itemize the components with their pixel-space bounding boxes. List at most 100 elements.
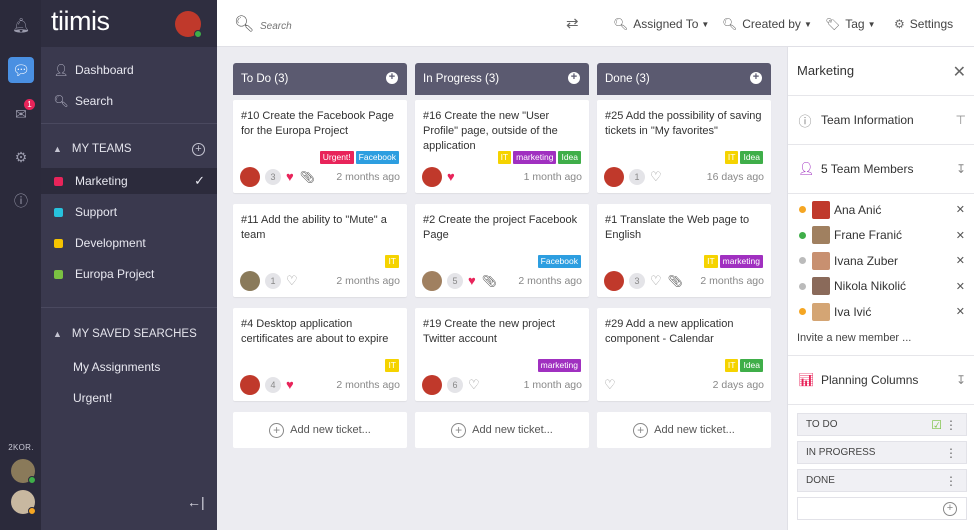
planning-columns-row[interactable]: 📊︎ Planning Columns ↧ [788, 355, 974, 404]
nav-search[interactable]: 🔍︎ Search [41, 88, 217, 114]
team-item-marketing[interactable]: Marketing ✓ [41, 168, 217, 194]
team-item-development[interactable]: Development [41, 230, 217, 256]
messages-icon[interactable]: ✉ 1 [8, 99, 35, 127]
planning-column-item[interactable]: IN PROGRESS ⋮ [797, 441, 967, 464]
ticket-card[interactable]: #25 Add the possibility of saving ticket… [597, 100, 771, 193]
assignee-avatar[interactable] [604, 271, 624, 291]
assignee-avatar[interactable] [240, 167, 260, 187]
heart-icon[interactable]: ♥ [286, 170, 294, 184]
tag-badge[interactable]: IT [724, 359, 739, 372]
heart-icon[interactable]: ♡ [650, 170, 662, 184]
team-information-row[interactable]: ⓘ Team Information ⊤ [788, 95, 974, 144]
more-options-icon[interactable]: ⋮ [945, 446, 957, 460]
remove-member-icon[interactable]: ✕ [956, 254, 965, 267]
ticket-card[interactable]: #2 Create the project Facebook Page Face… [415, 204, 589, 297]
assignee-avatar[interactable] [422, 271, 442, 291]
settings-button[interactable]: ⚙ Settings [894, 17, 953, 31]
saved-search-item[interactable]: My Assignments [73, 360, 160, 374]
integrations-icon[interactable]: ⚙ [8, 144, 34, 170]
team-item-support[interactable]: Support [41, 199, 217, 225]
ticket-card[interactable]: #1 Translate the Web page to English IT m… [597, 204, 771, 297]
add-ticket-button[interactable]: + Add new ticket... [415, 412, 589, 448]
ticket-card[interactable]: #4 Desktop application certificates are … [233, 308, 407, 401]
team-member-item[interactable]: Frane Franić ✕ [788, 223, 974, 248]
saved-search-item[interactable]: Urgent! [73, 391, 112, 405]
tag-badge[interactable]: IT [385, 255, 399, 268]
logo[interactable]: tiimis [51, 6, 110, 37]
expand-down-icon[interactable]: ↧ [956, 162, 966, 176]
assigned-to-filter[interactable]: 🔍︎ Assigned To ▼︎ [613, 17, 709, 31]
more-options-icon[interactable]: ⋮ [945, 474, 957, 488]
remove-member-icon[interactable]: ✕ [956, 305, 965, 318]
tag-badge[interactable]: Idea [740, 151, 763, 164]
search-input[interactable] [260, 21, 460, 32]
team-member-item[interactable]: Iva Ivić ✕ [788, 299, 974, 324]
ticket-card[interactable]: #16 Create the new "User Profile" page, … [415, 100, 589, 193]
ticket-card[interactable]: #19 Create the new project Twitter accou… [415, 308, 589, 401]
team-members-row[interactable]: 👤︎ 5 Team Members ↧ [788, 144, 974, 193]
chat-icon[interactable]: 💬︎ [8, 57, 34, 83]
tag-badge[interactable]: IT [724, 151, 739, 164]
tag-badge[interactable]: IT [704, 255, 718, 268]
tag-badge[interactable]: Idea [558, 151, 581, 164]
tag-badge[interactable]: Facebook [537, 255, 581, 268]
remove-member-icon[interactable]: ✕ [956, 280, 965, 293]
my-teams-section[interactable]: ▲︎ MY TEAMS + [41, 136, 217, 162]
tag-filter[interactable]: 🏷︎ Tag ▼︎ [825, 17, 876, 31]
heart-icon[interactable]: ♥ [286, 378, 294, 392]
add-ticket-icon[interactable]: + [568, 72, 580, 84]
team-member-item[interactable]: Ivana Zuber ✕ [788, 248, 974, 273]
tag-badge[interactable]: Idea [740, 359, 763, 372]
heart-icon[interactable]: ♡ [468, 378, 480, 392]
add-planning-column[interactable]: + [797, 497, 967, 520]
add-ticket-icon[interactable]: + [750, 72, 762, 84]
heart-icon[interactable]: ♡ [650, 274, 662, 288]
add-team-icon[interactable]: + [192, 142, 205, 156]
tag-badge[interactable]: Urgent! [319, 151, 354, 164]
invite-member-link[interactable]: Invite a new member ... [797, 332, 911, 344]
assignee-avatar[interactable] [604, 167, 624, 187]
ticket-title: #29 Add a new application component - Ca… [605, 318, 734, 345]
team-member-item[interactable]: Ana Anić ✕ [788, 197, 974, 222]
more-options-icon[interactable]: ⋮ [945, 418, 957, 432]
assignee-avatar[interactable] [240, 271, 260, 291]
planning-column-item[interactable]: TO DO ☑ ⋮ [797, 413, 967, 436]
tag-badge[interactable]: marketing [719, 255, 763, 268]
heart-icon[interactable]: ♡ [604, 378, 616, 392]
remove-member-icon[interactable]: ✕ [956, 203, 965, 216]
pin-icon[interactable]: ⊤ [956, 113, 966, 127]
planning-column-item[interactable]: DONE ⋮ [797, 469, 967, 492]
add-ticket-button[interactable]: + Add new ticket... [597, 412, 771, 448]
close-icon[interactable]: ✕ [953, 62, 966, 82]
swap-icon[interactable]: ⇄ [566, 14, 579, 32]
user-avatar-2[interactable] [11, 490, 36, 515]
heart-icon[interactable]: ♡ [286, 274, 298, 288]
ticket-card[interactable]: #29 Add a new application component - Ca… [597, 308, 771, 401]
remove-member-icon[interactable]: ✕ [956, 229, 965, 242]
nav-dashboard[interactable]: 👤︎ Dashboard [41, 57, 217, 83]
add-ticket-icon[interactable]: + [386, 72, 398, 84]
tag-badge[interactable]: marketing [513, 151, 557, 164]
expand-down-icon[interactable]: ↧ [956, 373, 966, 387]
heart-icon[interactable]: ♥ [447, 170, 455, 184]
team-item-europa-project[interactable]: Europa Project [41, 261, 217, 287]
assignee-avatar[interactable] [422, 167, 442, 187]
help-icon[interactable]: ⓘ [8, 188, 34, 214]
heart-icon[interactable]: ♥ [468, 274, 476, 288]
created-by-filter[interactable]: 🔍︎ Created by ▼︎ [722, 17, 812, 31]
user-avatar[interactable] [11, 459, 36, 484]
collapse-sidebar-icon[interactable]: ←| [187, 494, 205, 510]
team-member-item[interactable]: Nikola Nikolić ✕ [788, 274, 974, 299]
add-ticket-button[interactable]: + Add new ticket... [233, 412, 407, 448]
saved-searches-section[interactable]: ▲︎ MY SAVED SEARCHES [41, 321, 217, 347]
tag-badge[interactable]: Facebook [355, 151, 399, 164]
ticket-card[interactable]: #10 Create the Facebook Page for the Eur… [233, 100, 407, 193]
bell-icon[interactable]: 🔔︎ [8, 12, 34, 38]
tag-badge[interactable]: IT [497, 151, 512, 164]
current-user-avatar[interactable] [175, 11, 202, 38]
ticket-card[interactable]: #11 Add the ability to "Mute" a team IT … [233, 204, 407, 297]
assignee-avatar[interactable] [240, 375, 260, 395]
assignee-avatar[interactable] [422, 375, 442, 395]
tag-badge[interactable]: IT [385, 359, 399, 372]
tag-badge[interactable]: marketing [537, 359, 581, 372]
